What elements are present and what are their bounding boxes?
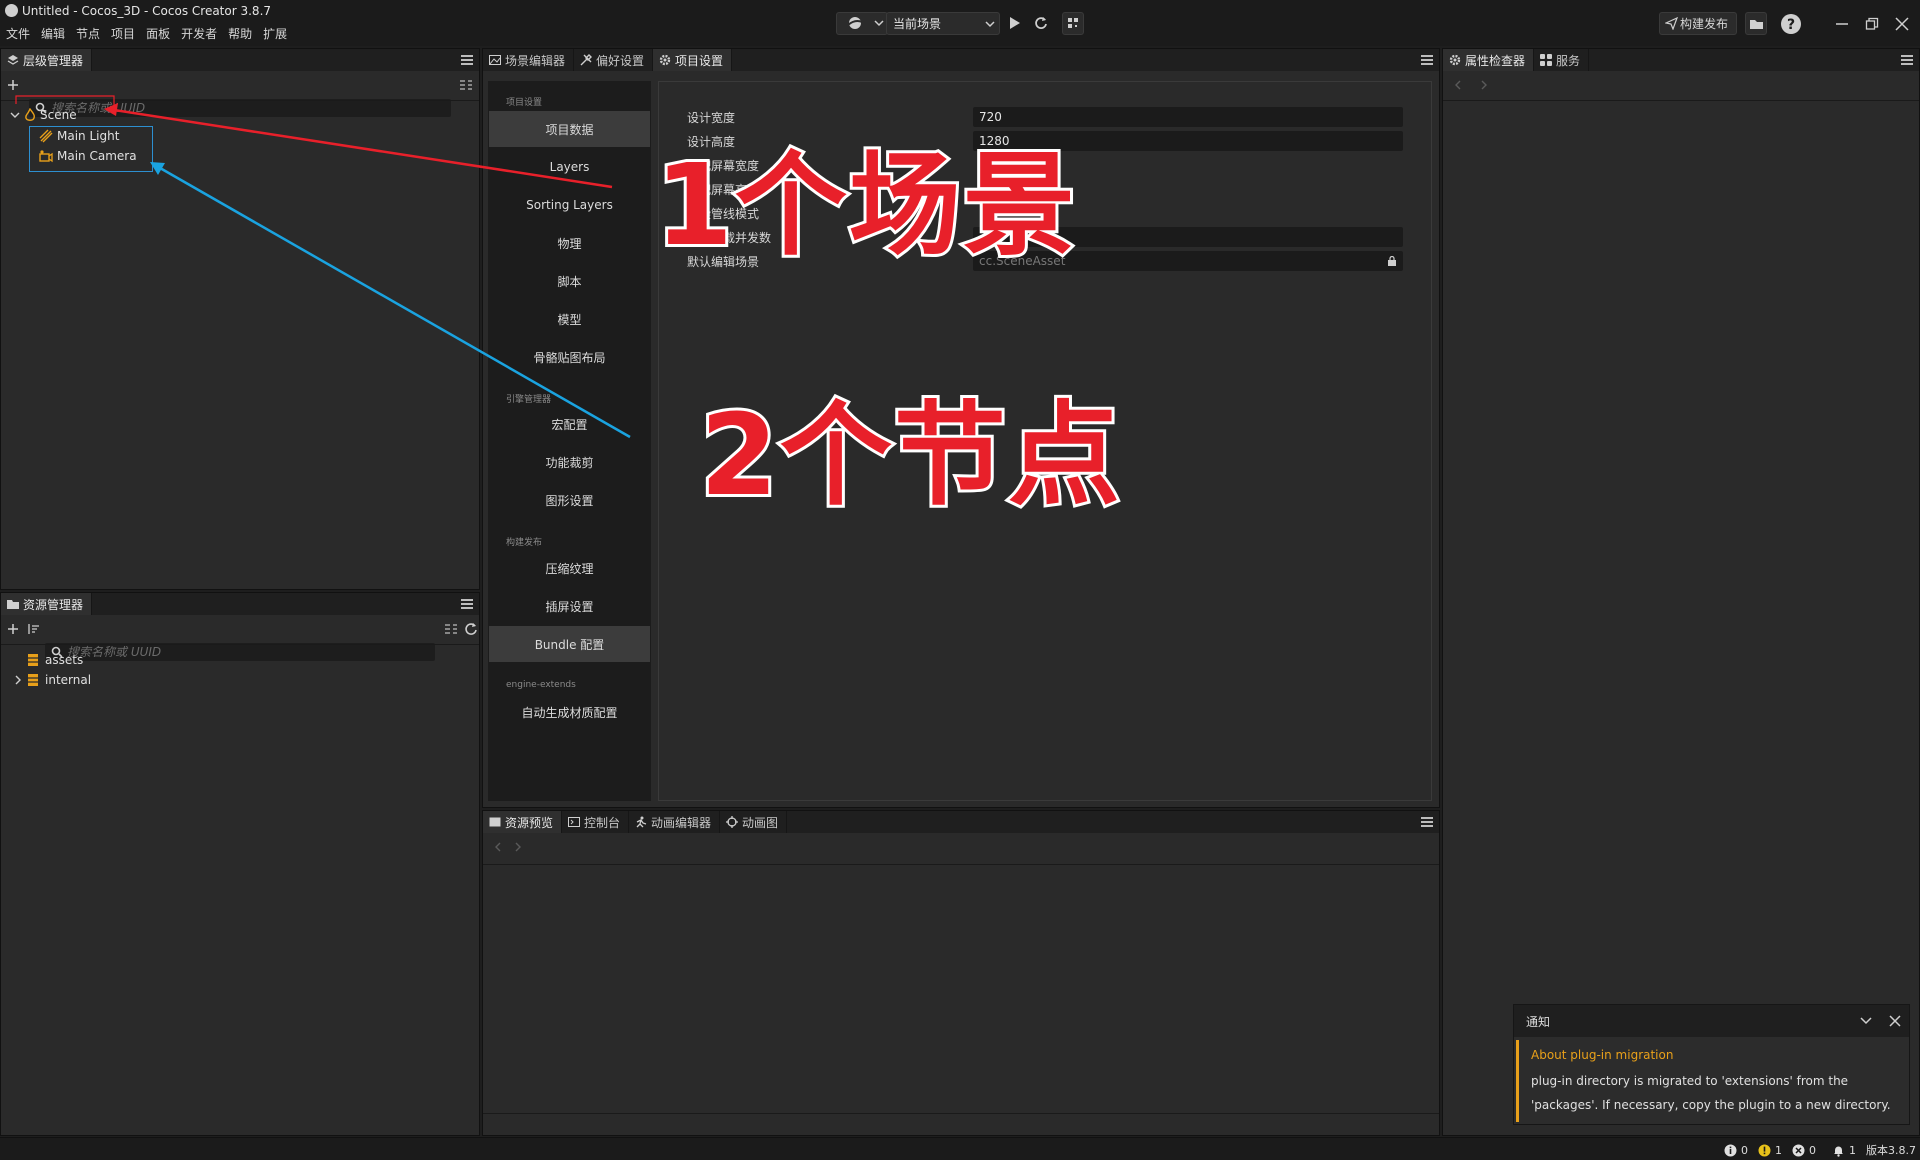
red-bracket	[15, 95, 115, 110]
annotation-text-one: 1个场景	[652, 141, 1078, 271]
blue-arrow-line	[159, 166, 631, 439]
red-arrow-line	[113, 108, 613, 189]
annotation-text-two: 2个节点	[697, 391, 1123, 521]
red-arrow-head	[104, 103, 118, 116]
